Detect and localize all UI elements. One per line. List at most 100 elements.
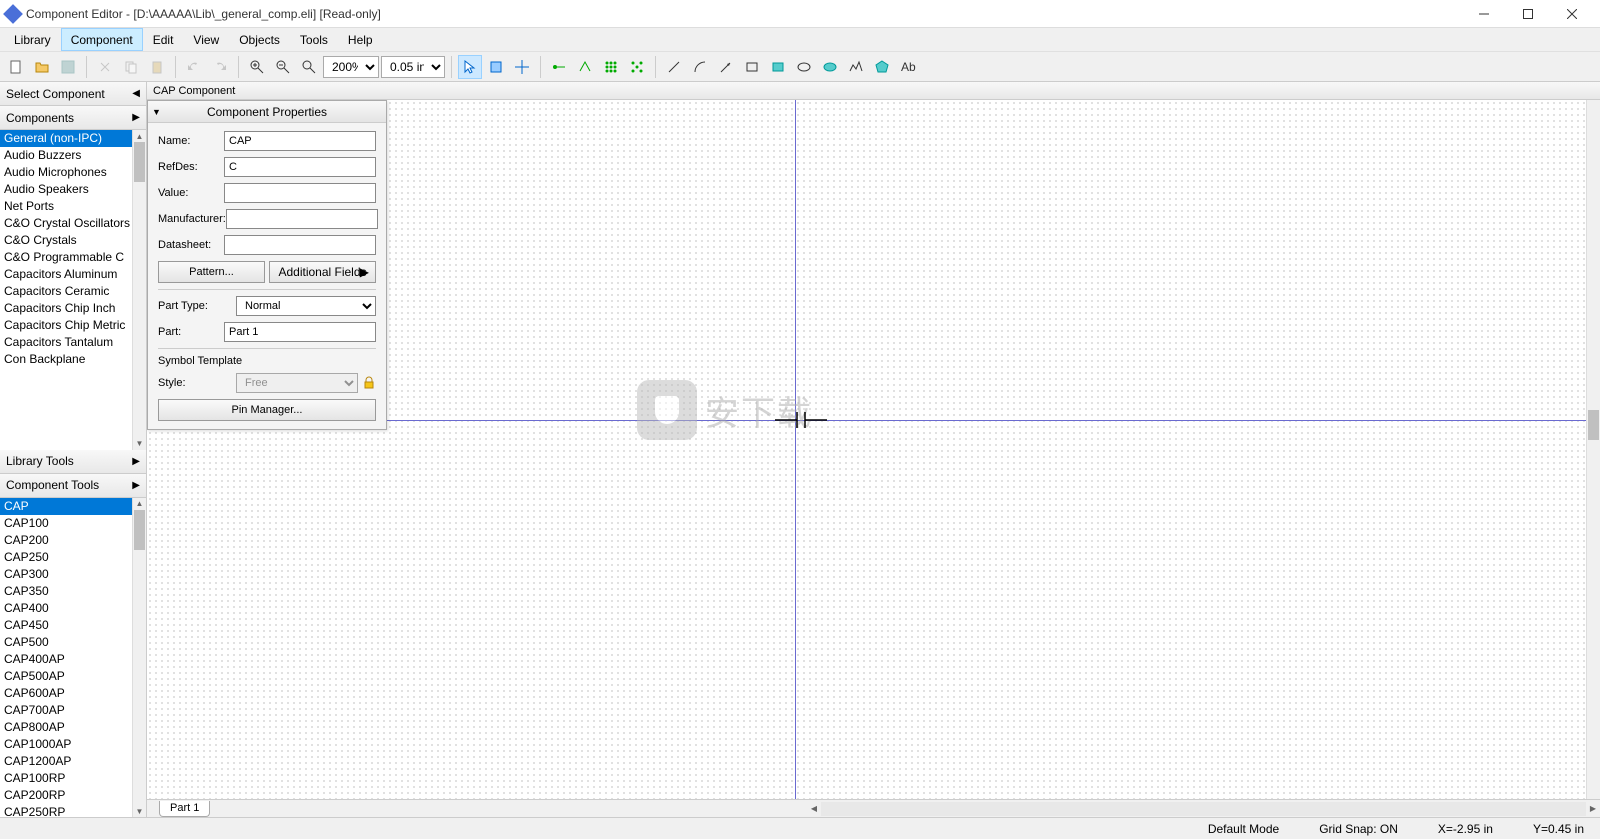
polygon-tool-icon[interactable] xyxy=(870,55,894,79)
value-field[interactable] xyxy=(224,183,376,203)
ellipse-tool-icon[interactable] xyxy=(792,55,816,79)
polyline-tool-icon[interactable] xyxy=(844,55,868,79)
menu-tools[interactable]: Tools xyxy=(290,28,338,51)
arrow-tool-icon[interactable] xyxy=(714,55,738,79)
name-field[interactable] xyxy=(224,131,376,151)
component-item[interactable]: CAP500AP xyxy=(0,668,132,685)
select-tool-icon[interactable] xyxy=(458,55,482,79)
pin-manager-button[interactable]: Pin Manager... xyxy=(158,399,376,421)
group-item[interactable]: Capacitors Chip Inch xyxy=(0,300,132,317)
component-item[interactable]: CAP600AP xyxy=(0,685,132,702)
pattern-button[interactable]: Pattern... xyxy=(158,261,265,283)
menu-library[interactable]: Library xyxy=(4,28,61,51)
menu-objects[interactable]: Objects xyxy=(229,28,290,51)
group-item[interactable]: Capacitors Aluminum xyxy=(0,266,132,283)
group-item[interactable]: C&O Programmable C xyxy=(0,249,132,266)
redo-icon[interactable] xyxy=(208,55,232,79)
pan-tool-icon[interactable] xyxy=(484,55,508,79)
refdes-field[interactable] xyxy=(224,157,376,177)
component-item[interactable]: CAP100RP xyxy=(0,770,132,787)
undo-icon[interactable] xyxy=(182,55,206,79)
origin-tool-icon[interactable] xyxy=(510,55,534,79)
additional-fields-button[interactable]: Additional Fields▶ xyxy=(269,261,376,283)
save-icon[interactable] xyxy=(56,55,80,79)
component-tools-header[interactable]: Component Tools ▶ xyxy=(0,474,146,498)
group-item[interactable]: Capacitors Tantalum xyxy=(0,334,132,351)
collapse-icon[interactable]: ▼ xyxy=(152,107,161,117)
pin-tool-icon[interactable] xyxy=(547,55,571,79)
rect-tool-icon[interactable] xyxy=(740,55,764,79)
window-title: Component Editor - [D:\AAAAA\Lib\_genera… xyxy=(26,7,1462,21)
group-item[interactable]: Con Backplane xyxy=(0,351,132,368)
components-header[interactable]: Components ▶ xyxy=(0,106,146,130)
zoom-out-icon[interactable] xyxy=(271,55,295,79)
component-item[interactable]: CAP xyxy=(0,498,132,515)
zoom-in-icon[interactable] xyxy=(245,55,269,79)
menu-view[interactable]: View xyxy=(183,28,229,51)
component-item[interactable]: CAP450 xyxy=(0,617,132,634)
select-component-header[interactable]: Select Component ◀ xyxy=(0,82,146,106)
grid-combo[interactable]: 0.05 in xyxy=(381,56,445,78)
menu-edit[interactable]: Edit xyxy=(143,28,184,51)
zoom-combo[interactable]: 200% xyxy=(323,56,379,78)
line-tool-icon[interactable] xyxy=(662,55,686,79)
component-item[interactable]: CAP100 xyxy=(0,515,132,532)
chevron-right-icon: ▶ xyxy=(132,456,140,467)
cut-icon[interactable] xyxy=(93,55,117,79)
component-item[interactable]: CAP700AP xyxy=(0,702,132,719)
properties-header[interactable]: ▼ Component Properties xyxy=(148,101,386,123)
group-item[interactable]: Audio Microphones xyxy=(0,164,132,181)
component-item[interactable]: CAP250 xyxy=(0,549,132,566)
scrollbar[interactable]: ▲▼ xyxy=(132,498,146,818)
scrollbar[interactable]: ▲▼ xyxy=(132,130,146,450)
library-tools-header[interactable]: Library Tools ▶ xyxy=(0,450,146,474)
close-button[interactable] xyxy=(1550,0,1594,28)
copy-icon[interactable] xyxy=(119,55,143,79)
zoom-fit-icon[interactable] xyxy=(297,55,321,79)
group-item[interactable]: Audio Speakers xyxy=(0,181,132,198)
canvas[interactable]: 安下载 ▼ Component Properties Name: RefDes:… xyxy=(147,100,1600,799)
component-item[interactable]: CAP800AP xyxy=(0,719,132,736)
canvas-hscroll[interactable]: ◀▶ xyxy=(807,800,1600,817)
group-item[interactable]: C&O Crystals xyxy=(0,232,132,249)
menu-help[interactable]: Help xyxy=(338,28,383,51)
canvas-vscroll[interactable] xyxy=(1586,100,1600,799)
component-item[interactable]: CAP500 xyxy=(0,634,132,651)
group-item[interactable]: Capacitors Ceramic xyxy=(0,283,132,300)
component-item[interactable]: CAP1000AP xyxy=(0,736,132,753)
component-item[interactable]: CAP350 xyxy=(0,583,132,600)
component-item[interactable]: CAP400AP xyxy=(0,651,132,668)
part-field[interactable] xyxy=(224,322,376,342)
chevron-right-icon: ▶ xyxy=(132,480,140,491)
manufacturer-field[interactable] xyxy=(226,209,378,229)
open-icon[interactable] xyxy=(30,55,54,79)
menu-component[interactable]: Component xyxy=(61,28,143,51)
datasheet-field[interactable] xyxy=(224,235,376,255)
maximize-button[interactable] xyxy=(1506,0,1550,28)
text-tool-icon[interactable]: Abc xyxy=(896,55,920,79)
component-item[interactable]: CAP400 xyxy=(0,600,132,617)
app-icon xyxy=(3,4,23,24)
component-item[interactable]: CAP200 xyxy=(0,532,132,549)
minimize-button[interactable] xyxy=(1462,0,1506,28)
new-icon[interactable] xyxy=(4,55,28,79)
group-item[interactable]: Audio Buzzers xyxy=(0,147,132,164)
group-item[interactable]: C&O Crystal Oscillators xyxy=(0,215,132,232)
component-item[interactable]: CAP1200AP xyxy=(0,753,132,770)
array2-tool-icon[interactable] xyxy=(625,55,649,79)
axis-vertical xyxy=(795,100,796,799)
rect-fill-tool-icon[interactable] xyxy=(766,55,790,79)
bus-tool-icon[interactable] xyxy=(573,55,597,79)
ellipse-fill-tool-icon[interactable] xyxy=(818,55,842,79)
component-item[interactable]: CAP200RP xyxy=(0,787,132,804)
group-item[interactable]: General (non-IPC) xyxy=(0,130,132,147)
array-tool-icon[interactable] xyxy=(599,55,623,79)
component-item[interactable]: CAP250RP xyxy=(0,804,132,818)
part-type-select[interactable]: Normal xyxy=(236,296,376,316)
component-item[interactable]: CAP300 xyxy=(0,566,132,583)
paste-icon[interactable] xyxy=(145,55,169,79)
group-item[interactable]: Capacitors Chip Metric xyxy=(0,317,132,334)
part-tab[interactable]: Part 1 xyxy=(159,801,210,817)
arc-tool-icon[interactable] xyxy=(688,55,712,79)
group-item[interactable]: Net Ports xyxy=(0,198,132,215)
